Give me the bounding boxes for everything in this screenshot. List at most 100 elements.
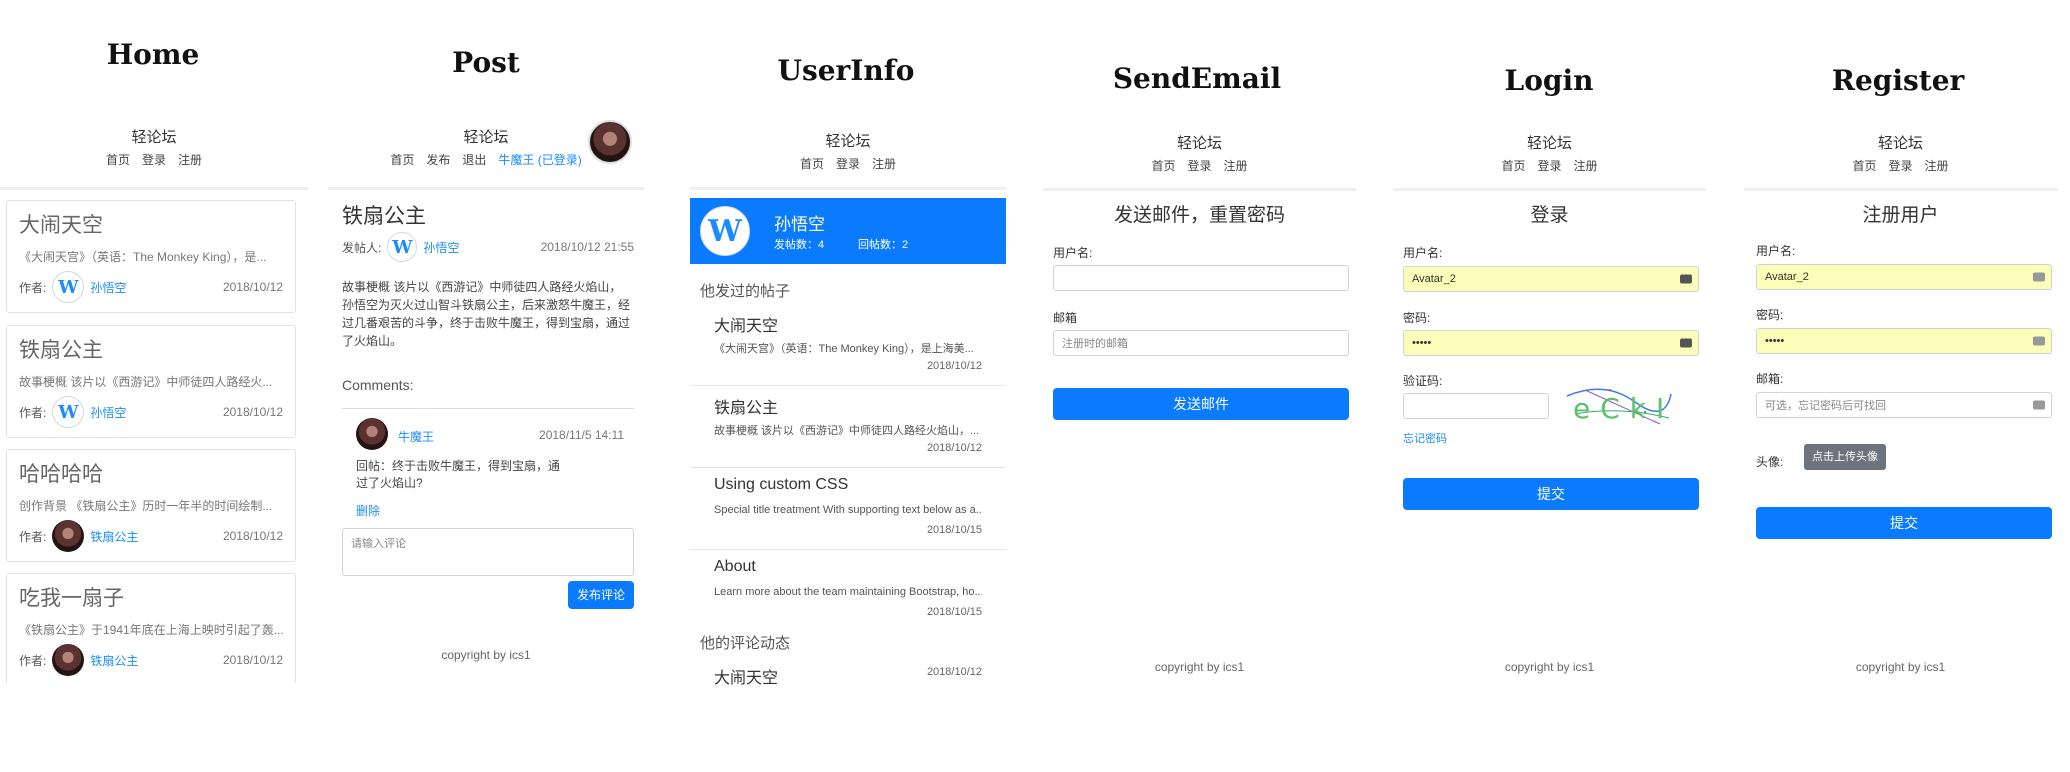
list-item-title[interactable]: Using custom CSS xyxy=(714,476,848,494)
post-date: 2018/10/12 xyxy=(222,529,283,543)
username-value: Avatar_2 xyxy=(1765,271,1809,283)
nav-home-link[interactable]: 首页 xyxy=(800,157,824,171)
post-title[interactable]: 大闹天空 xyxy=(19,209,103,239)
header-divider xyxy=(1744,188,2058,191)
nav-register-link[interactable]: 注册 xyxy=(872,157,896,171)
list-item[interactable]: Using custom CSS Special title treatment… xyxy=(690,476,1006,550)
post-card[interactable]: 哈哈哈哈 创作背景 《铁扇公主》历时一年半的时间绘制... 作者: 铁扇公主 20… xyxy=(6,449,296,562)
password-value: ••••• xyxy=(1765,335,1785,347)
comments-label: Comments: xyxy=(342,377,414,393)
nav-login-link[interactable]: 登录 xyxy=(836,157,860,171)
comments-divider xyxy=(342,408,634,409)
username-label: 用户名: xyxy=(1403,246,1443,260)
nav-login-link[interactable]: 登录 xyxy=(1187,159,1211,173)
send-email-button[interactable]: 发送邮件 xyxy=(1053,388,1349,420)
post-title[interactable]: 吃我一扇子 xyxy=(19,582,124,612)
login-screen: 轻论坛 首页 登录 注册 登录 用户名: Avatar_2 密码: ••••• 验证… xyxy=(1393,122,1706,687)
list-item-title[interactable]: 铁扇公主 xyxy=(714,394,778,418)
email-input[interactable]: 可选，忘记密码后可找回 xyxy=(1756,392,2052,418)
email-input[interactable]: 注册时的邮箱 xyxy=(1053,330,1349,356)
nav-register-link[interactable]: 注册 xyxy=(178,153,202,167)
user-profile-banner: W 孙悟空 发帖数：4 回帖数：2 xyxy=(690,198,1006,264)
author-link[interactable]: 孙悟空 xyxy=(90,279,126,296)
nav-bar: 首页 登录 注册 xyxy=(1043,157,1356,174)
author-link[interactable]: 铁扇公主 xyxy=(90,652,138,669)
key-icon xyxy=(2033,272,2045,282)
password-input[interactable]: ••••• xyxy=(1756,328,2052,354)
nav-logout-link[interactable]: 退出 xyxy=(462,153,486,167)
forgot-password-link[interactable]: 忘记密码 xyxy=(1403,430,1447,446)
comment-text: 回帖：终于击败牛魔王，得到宝扇，通过了火焰山? xyxy=(356,459,561,490)
post-card[interactable]: 铁扇公主 故事梗概 该片以《西游记》中师徒四人路经火... 作者: W 孙悟空 20… xyxy=(6,325,296,438)
user-avatar[interactable] xyxy=(588,120,632,164)
post-date: 2018/10/12 xyxy=(222,653,283,667)
password-label: 密码: xyxy=(1403,311,1431,325)
site-title[interactable]: 轻论坛 xyxy=(0,126,308,147)
nav-register-link[interactable]: 注册 xyxy=(1224,159,1248,173)
post-card[interactable]: 大闹天空 《大闹天宫》（英语：The Monkey King），是... 作者:… xyxy=(6,200,296,313)
site-title[interactable]: 轻论坛 xyxy=(690,130,1006,151)
email-placeholder: 可选，忘记密码后可找回 xyxy=(1765,400,1886,412)
nav-home-link[interactable]: 首页 xyxy=(390,153,414,167)
header-divider xyxy=(690,187,1006,190)
nav-home-link[interactable]: 首页 xyxy=(106,153,130,167)
nav-publish-link[interactable]: 发布 xyxy=(426,153,450,167)
post-body: 故事梗概 该片以《西游记》中师徒四人路经火焰山，孙悟空为灭火过山智斗铁扇公主，后… xyxy=(342,280,631,348)
footer-copyright: copyright by ics1 xyxy=(441,648,531,662)
list-item[interactable]: 大闹天空 2018/10/12 xyxy=(690,664,1006,687)
footer-copyright: copyright by ics1 xyxy=(1154,660,1245,674)
comment-author-link[interactable]: 牛魔王 xyxy=(398,428,434,445)
screen-title-sendemail: SendEmail xyxy=(1112,62,1282,95)
nav-home-link[interactable]: 首页 xyxy=(1852,159,1876,173)
post-title[interactable]: 哈哈哈哈 xyxy=(19,458,103,488)
list-item-title[interactable]: About xyxy=(714,558,756,576)
submit-comment-button[interactable]: 发布评论 xyxy=(568,581,634,609)
post-excerpt: 创作背景 《铁扇公主》历时一年半的时间绘制... xyxy=(19,499,273,513)
header-divider xyxy=(0,187,308,190)
submit-button[interactable]: 提交 xyxy=(1756,507,2052,539)
author-link[interactable]: 孙悟空 xyxy=(90,404,126,421)
comment-delete-link[interactable]: 删除 xyxy=(356,502,380,519)
list-item-title[interactable]: 大闹天空 xyxy=(714,664,778,687)
post-title: 铁扇公主 xyxy=(342,205,426,228)
post-card[interactable]: 吃我一扇子 《铁扇公主》于1941年底在上海上映时引起了轰... 作者: 铁扇公主… xyxy=(6,573,296,683)
post-meta: 发帖人: W 孙悟空 2018/10/12 21:55 xyxy=(342,230,634,264)
post-excerpt: 《大闹天宫》（英语：The Monkey King），是... xyxy=(19,250,267,264)
list-item-title[interactable]: 大闹天空 xyxy=(714,312,778,336)
nav-login-link[interactable]: 登录 xyxy=(142,153,166,167)
site-title[interactable]: 轻论坛 xyxy=(1744,132,2057,153)
site-title[interactable]: 轻论坛 xyxy=(1393,132,1706,153)
nav-login-link[interactable]: 登录 xyxy=(1888,159,1912,173)
nav-login-link[interactable]: 登录 xyxy=(1537,159,1561,173)
password-input[interactable]: ••••• xyxy=(1403,330,1699,356)
author-link[interactable]: 铁扇公主 xyxy=(90,528,138,545)
post-date: 2018/10/12 xyxy=(222,405,283,419)
captcha-image[interactable]: eCkI xyxy=(1565,384,1673,428)
username-input[interactable] xyxy=(1053,265,1349,291)
submit-button[interactable]: 提交 xyxy=(1403,478,1699,510)
list-item[interactable]: About Learn more about the team maintain… xyxy=(690,558,1006,632)
poster-link[interactable]: 孙悟空 xyxy=(423,239,459,256)
screen-title-login: Login xyxy=(1504,64,1594,97)
nav-bar: 首页 登录 注册 xyxy=(0,151,308,168)
username-input[interactable]: Avatar_2 xyxy=(1756,264,2052,290)
nav-home-link[interactable]: 首页 xyxy=(1151,159,1175,173)
nav-home-link[interactable]: 首页 xyxy=(1501,159,1525,173)
post-author: 作者: 铁扇公主 xyxy=(19,520,138,552)
post-title[interactable]: 铁扇公主 xyxy=(19,334,103,364)
password-label: 密码: xyxy=(1756,308,1784,322)
list-item-excerpt: Special title treatment With supporting … xyxy=(714,504,982,516)
site-title[interactable]: 轻论坛 xyxy=(1043,132,1356,153)
list-item[interactable]: 大闹天空 《大闹天宫》（英语：The Monkey King），是上海美... … xyxy=(690,312,1006,386)
list-item[interactable]: 铁扇公主 故事梗概 该片以《西游记》中师徒四人路经火焰山，... 2018/10… xyxy=(690,394,1006,468)
captcha-text: eCkI xyxy=(1573,392,1675,425)
nav-user-link[interactable]: 牛魔王 (已登录) xyxy=(498,153,581,167)
nav-register-link[interactable]: 注册 xyxy=(1574,159,1598,173)
captcha-input[interactable] xyxy=(1403,393,1549,419)
poster-label: 发帖人: xyxy=(342,240,382,255)
header-divider xyxy=(1043,188,1356,191)
comment-input[interactable]: 请输入评论 xyxy=(342,528,634,576)
username-input[interactable]: Avatar_2 xyxy=(1403,266,1699,292)
nav-register-link[interactable]: 注册 xyxy=(1925,159,1949,173)
upload-avatar-button[interactable]: 点击上传头像 xyxy=(1804,444,1886,470)
